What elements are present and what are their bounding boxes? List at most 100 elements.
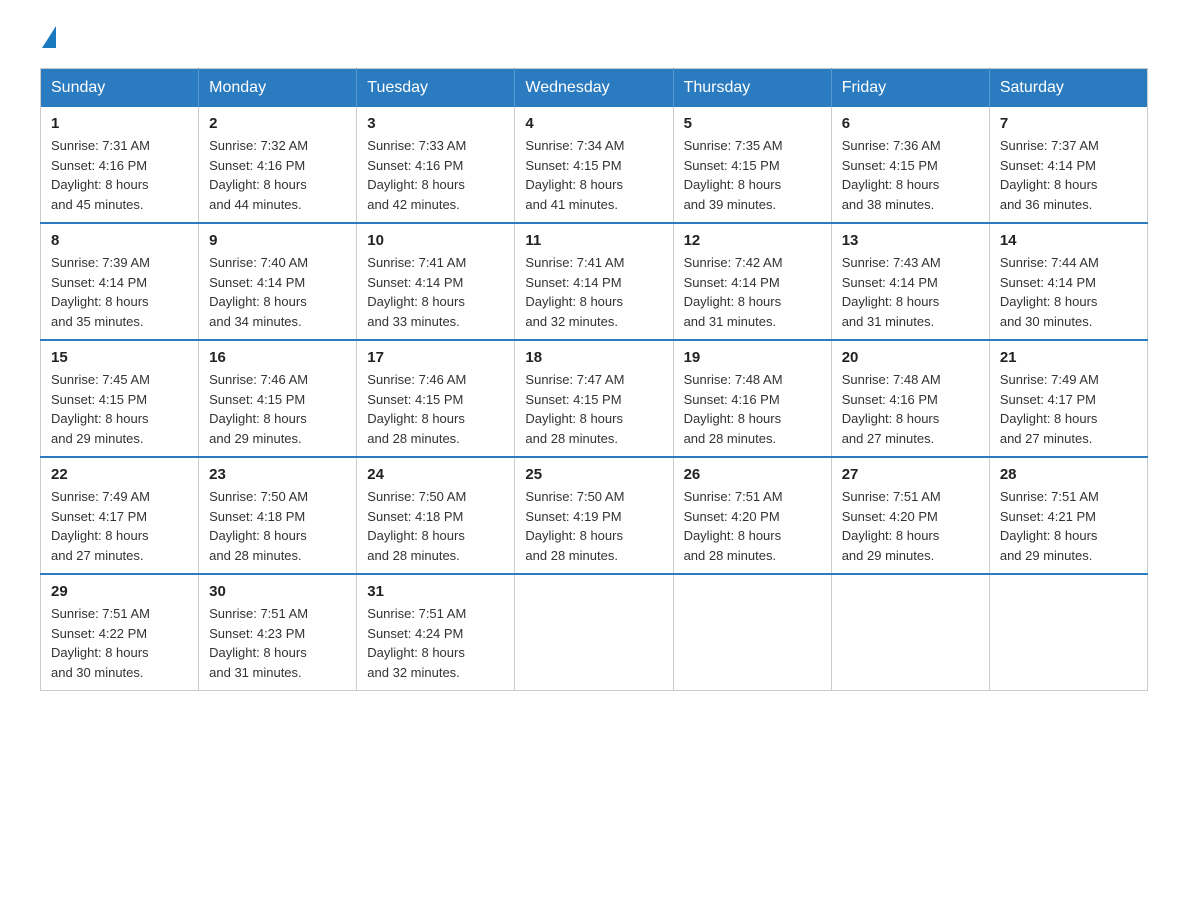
day-number: 6 <box>842 115 979 132</box>
day-number: 21 <box>1000 349 1137 366</box>
day-info: Sunrise: 7:49 AMSunset: 4:17 PMDaylight:… <box>1000 370 1137 448</box>
calendar-day-cell: 16 Sunrise: 7:46 AMSunset: 4:15 PMDaylig… <box>199 340 357 457</box>
calendar-day-cell: 21 Sunrise: 7:49 AMSunset: 4:17 PMDaylig… <box>989 340 1147 457</box>
day-info: Sunrise: 7:45 AMSunset: 4:15 PMDaylight:… <box>51 370 188 448</box>
day-number: 10 <box>367 232 504 249</box>
day-number: 23 <box>209 466 346 483</box>
weekday-header-friday: Friday <box>831 69 989 108</box>
calendar-day-cell: 28 Sunrise: 7:51 AMSunset: 4:21 PMDaylig… <box>989 457 1147 574</box>
day-info: Sunrise: 7:51 AMSunset: 4:20 PMDaylight:… <box>842 487 979 565</box>
day-info: Sunrise: 7:32 AMSunset: 4:16 PMDaylight:… <box>209 136 346 214</box>
calendar-day-cell: 17 Sunrise: 7:46 AMSunset: 4:15 PMDaylig… <box>357 340 515 457</box>
calendar-day-cell: 26 Sunrise: 7:51 AMSunset: 4:20 PMDaylig… <box>673 457 831 574</box>
day-info: Sunrise: 7:49 AMSunset: 4:17 PMDaylight:… <box>51 487 188 565</box>
day-number: 17 <box>367 349 504 366</box>
calendar-day-cell: 31 Sunrise: 7:51 AMSunset: 4:24 PMDaylig… <box>357 574 515 691</box>
day-info: Sunrise: 7:33 AMSunset: 4:16 PMDaylight:… <box>367 136 504 214</box>
calendar-empty-cell <box>989 574 1147 691</box>
calendar-empty-cell <box>515 574 673 691</box>
day-number: 18 <box>525 349 662 366</box>
day-number: 11 <box>525 232 662 249</box>
day-number: 31 <box>367 583 504 600</box>
day-number: 8 <box>51 232 188 249</box>
calendar-empty-cell <box>831 574 989 691</box>
day-number: 3 <box>367 115 504 132</box>
day-info: Sunrise: 7:48 AMSunset: 4:16 PMDaylight:… <box>684 370 821 448</box>
day-number: 22 <box>51 466 188 483</box>
calendar-day-cell: 9 Sunrise: 7:40 AMSunset: 4:14 PMDayligh… <box>199 223 357 340</box>
day-info: Sunrise: 7:51 AMSunset: 4:21 PMDaylight:… <box>1000 487 1137 565</box>
calendar-header-row: SundayMondayTuesdayWednesdayThursdayFrid… <box>41 69 1148 108</box>
day-info: Sunrise: 7:34 AMSunset: 4:15 PMDaylight:… <box>525 136 662 214</box>
calendar-day-cell: 25 Sunrise: 7:50 AMSunset: 4:19 PMDaylig… <box>515 457 673 574</box>
weekday-header-sunday: Sunday <box>41 69 199 108</box>
calendar-day-cell: 1 Sunrise: 7:31 AMSunset: 4:16 PMDayligh… <box>41 107 199 223</box>
calendar-day-cell: 19 Sunrise: 7:48 AMSunset: 4:16 PMDaylig… <box>673 340 831 457</box>
logo-triangle-icon <box>42 26 56 48</box>
day-number: 7 <box>1000 115 1137 132</box>
calendar-week-row: 29 Sunrise: 7:51 AMSunset: 4:22 PMDaylig… <box>41 574 1148 691</box>
page-header <box>40 30 1148 48</box>
day-number: 2 <box>209 115 346 132</box>
calendar-week-row: 15 Sunrise: 7:45 AMSunset: 4:15 PMDaylig… <box>41 340 1148 457</box>
day-info: Sunrise: 7:50 AMSunset: 4:18 PMDaylight:… <box>367 487 504 565</box>
calendar-day-cell: 8 Sunrise: 7:39 AMSunset: 4:14 PMDayligh… <box>41 223 199 340</box>
calendar-empty-cell <box>673 574 831 691</box>
day-info: Sunrise: 7:31 AMSunset: 4:16 PMDaylight:… <box>51 136 188 214</box>
day-info: Sunrise: 7:39 AMSunset: 4:14 PMDaylight:… <box>51 253 188 331</box>
day-number: 20 <box>842 349 979 366</box>
weekday-header-wednesday: Wednesday <box>515 69 673 108</box>
logo-top <box>40 30 56 48</box>
calendar-week-row: 22 Sunrise: 7:49 AMSunset: 4:17 PMDaylig… <box>41 457 1148 574</box>
weekday-header-thursday: Thursday <box>673 69 831 108</box>
day-number: 30 <box>209 583 346 600</box>
day-info: Sunrise: 7:48 AMSunset: 4:16 PMDaylight:… <box>842 370 979 448</box>
calendar-day-cell: 13 Sunrise: 7:43 AMSunset: 4:14 PMDaylig… <box>831 223 989 340</box>
calendar-day-cell: 2 Sunrise: 7:32 AMSunset: 4:16 PMDayligh… <box>199 107 357 223</box>
calendar-week-row: 1 Sunrise: 7:31 AMSunset: 4:16 PMDayligh… <box>41 107 1148 223</box>
day-number: 16 <box>209 349 346 366</box>
day-number: 5 <box>684 115 821 132</box>
calendar-day-cell: 10 Sunrise: 7:41 AMSunset: 4:14 PMDaylig… <box>357 223 515 340</box>
day-number: 12 <box>684 232 821 249</box>
calendar-day-cell: 30 Sunrise: 7:51 AMSunset: 4:23 PMDaylig… <box>199 574 357 691</box>
calendar-day-cell: 18 Sunrise: 7:47 AMSunset: 4:15 PMDaylig… <box>515 340 673 457</box>
calendar-day-cell: 22 Sunrise: 7:49 AMSunset: 4:17 PMDaylig… <box>41 457 199 574</box>
day-info: Sunrise: 7:47 AMSunset: 4:15 PMDaylight:… <box>525 370 662 448</box>
day-info: Sunrise: 7:51 AMSunset: 4:23 PMDaylight:… <box>209 604 346 682</box>
day-info: Sunrise: 7:41 AMSunset: 4:14 PMDaylight:… <box>525 253 662 331</box>
calendar-day-cell: 29 Sunrise: 7:51 AMSunset: 4:22 PMDaylig… <box>41 574 199 691</box>
day-info: Sunrise: 7:44 AMSunset: 4:14 PMDaylight:… <box>1000 253 1137 331</box>
weekday-header-saturday: Saturday <box>989 69 1147 108</box>
day-info: Sunrise: 7:51 AMSunset: 4:24 PMDaylight:… <box>367 604 504 682</box>
day-info: Sunrise: 7:46 AMSunset: 4:15 PMDaylight:… <box>367 370 504 448</box>
calendar-day-cell: 23 Sunrise: 7:50 AMSunset: 4:18 PMDaylig… <box>199 457 357 574</box>
day-info: Sunrise: 7:46 AMSunset: 4:15 PMDaylight:… <box>209 370 346 448</box>
day-info: Sunrise: 7:43 AMSunset: 4:14 PMDaylight:… <box>842 253 979 331</box>
day-info: Sunrise: 7:41 AMSunset: 4:14 PMDaylight:… <box>367 253 504 331</box>
calendar-day-cell: 6 Sunrise: 7:36 AMSunset: 4:15 PMDayligh… <box>831 107 989 223</box>
day-number: 19 <box>684 349 821 366</box>
day-number: 24 <box>367 466 504 483</box>
calendar-day-cell: 3 Sunrise: 7:33 AMSunset: 4:16 PMDayligh… <box>357 107 515 223</box>
day-info: Sunrise: 7:37 AMSunset: 4:14 PMDaylight:… <box>1000 136 1137 214</box>
day-number: 14 <box>1000 232 1137 249</box>
day-number: 29 <box>51 583 188 600</box>
day-number: 25 <box>525 466 662 483</box>
calendar-day-cell: 15 Sunrise: 7:45 AMSunset: 4:15 PMDaylig… <box>41 340 199 457</box>
calendar-day-cell: 24 Sunrise: 7:50 AMSunset: 4:18 PMDaylig… <box>357 457 515 574</box>
day-number: 27 <box>842 466 979 483</box>
day-info: Sunrise: 7:42 AMSunset: 4:14 PMDaylight:… <box>684 253 821 331</box>
day-info: Sunrise: 7:40 AMSunset: 4:14 PMDaylight:… <box>209 253 346 331</box>
day-info: Sunrise: 7:36 AMSunset: 4:15 PMDaylight:… <box>842 136 979 214</box>
calendar-day-cell: 27 Sunrise: 7:51 AMSunset: 4:20 PMDaylig… <box>831 457 989 574</box>
logo <box>40 30 56 48</box>
calendar-week-row: 8 Sunrise: 7:39 AMSunset: 4:14 PMDayligh… <box>41 223 1148 340</box>
day-info: Sunrise: 7:50 AMSunset: 4:19 PMDaylight:… <box>525 487 662 565</box>
day-number: 28 <box>1000 466 1137 483</box>
calendar-day-cell: 11 Sunrise: 7:41 AMSunset: 4:14 PMDaylig… <box>515 223 673 340</box>
calendar-day-cell: 12 Sunrise: 7:42 AMSunset: 4:14 PMDaylig… <box>673 223 831 340</box>
day-number: 1 <box>51 115 188 132</box>
day-info: Sunrise: 7:35 AMSunset: 4:15 PMDaylight:… <box>684 136 821 214</box>
day-info: Sunrise: 7:51 AMSunset: 4:20 PMDaylight:… <box>684 487 821 565</box>
